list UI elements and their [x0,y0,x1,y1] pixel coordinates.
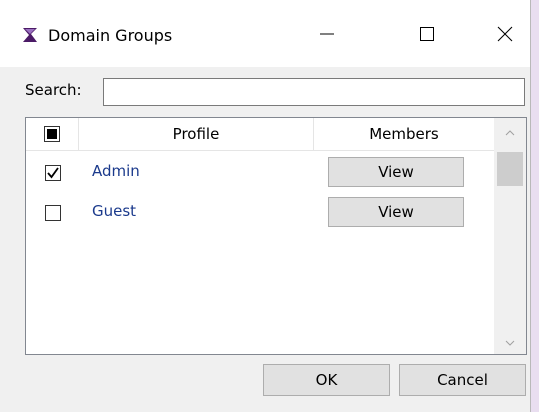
header-profile[interactable]: Profile [79,118,314,150]
header-select-all-cell [26,118,79,150]
select-all-checkbox[interactable] [44,126,60,142]
header-profile-label: Profile [172,125,220,143]
profile-name: Admin [92,162,140,180]
maximize-icon [419,26,435,46]
view-members-button[interactable]: View [328,157,464,187]
header-members-label: Members [369,125,439,143]
close-button[interactable] [480,14,530,58]
grid-header: Profile Members [26,118,494,151]
cancel-button[interactable]: Cancel [399,364,526,396]
title-bar[interactable]: Domain Groups [0,0,531,67]
view-members-button[interactable]: View [328,197,464,227]
row-checkbox[interactable] [45,205,61,221]
search-input[interactable] [103,78,525,106]
chevron-up-icon [505,122,515,140]
dialog-client-area: Search: Profile Members Admin View Guest… [0,67,530,412]
domain-groups-window: Domain Groups Search: Profile Members Ad… [0,0,531,412]
scroll-down-button[interactable] [494,328,526,354]
search-label: Search: [25,81,82,99]
scroll-thumb[interactable] [497,152,523,186]
profile-name: Guest [92,202,137,220]
header-members[interactable]: Members [314,118,494,150]
table-row[interactable]: Admin View [26,155,494,191]
app-logo-icon [22,27,38,43]
table-row[interactable]: Guest View [26,195,494,231]
minimize-icon [319,26,335,46]
ok-button[interactable]: OK [263,364,390,396]
minimize-button[interactable] [302,14,352,58]
close-icon [497,26,513,46]
window-title: Domain Groups [48,26,173,45]
row-checkbox[interactable] [45,165,61,181]
chevron-down-icon [505,332,515,350]
profiles-grid: Profile Members Admin View Guest View [25,117,527,355]
maximize-button[interactable] [402,14,452,58]
vertical-scrollbar[interactable] [494,118,526,354]
scroll-up-button[interactable] [494,118,526,144]
